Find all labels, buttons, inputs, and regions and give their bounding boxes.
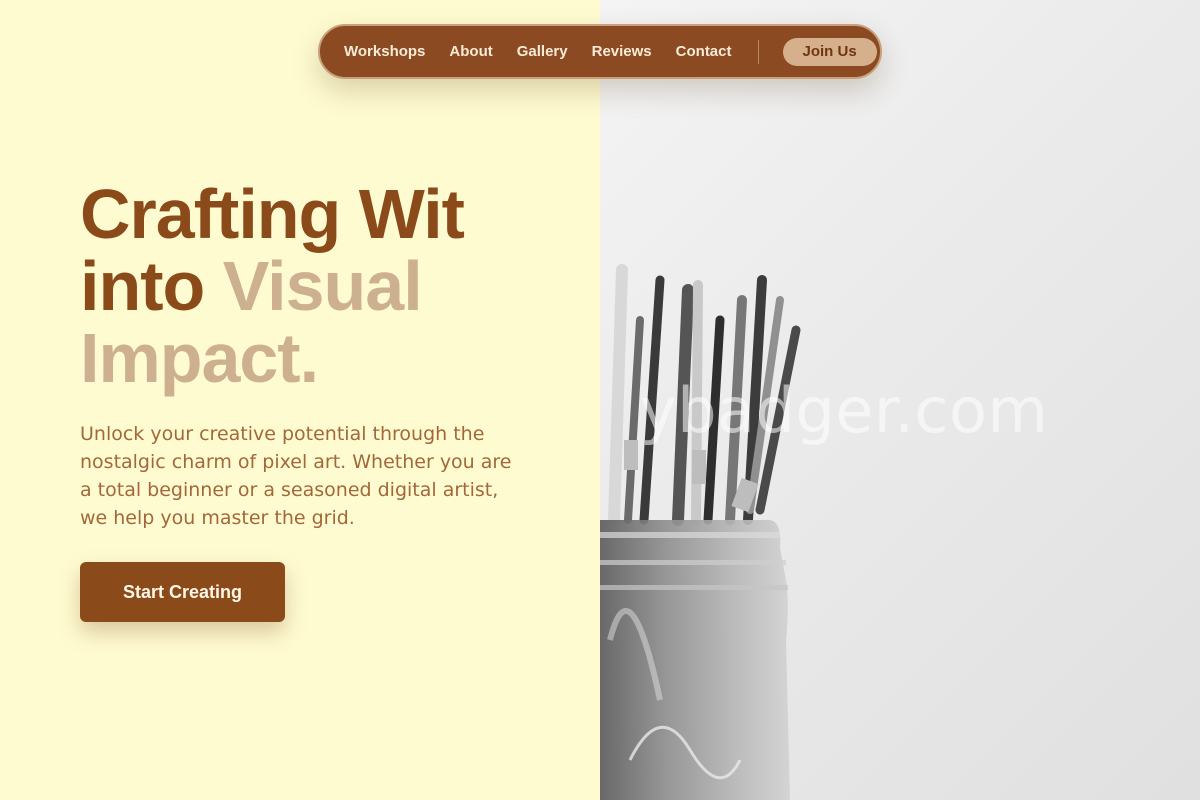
nav-link-workshops[interactable]: Workshops bbox=[344, 43, 425, 60]
hero-description: Unlock your creative potential through t… bbox=[80, 423, 512, 529]
headline-line-1: Crafting Wit bbox=[80, 175, 465, 253]
nav-divider bbox=[757, 39, 759, 64]
hero-headline: Crafting Wit into Visual Impact. bbox=[80, 178, 580, 394]
nav-link-reviews[interactable]: Reviews bbox=[592, 43, 652, 60]
nav-link-gallery[interactable]: Gallery bbox=[517, 43, 568, 60]
nav-link-contact[interactable]: Contact bbox=[676, 43, 732, 60]
headline-line-2-accent: Visual bbox=[222, 247, 423, 325]
hero-image: ybadger.com bbox=[600, 0, 1200, 800]
image-watermark: ybadger.com bbox=[640, 374, 1049, 447]
headline-line-2-start: into bbox=[80, 247, 205, 325]
join-us-button[interactable]: Join Us bbox=[782, 37, 877, 66]
top-navigation: Workshops About Gallery Reviews Contact … bbox=[318, 24, 882, 79]
nav-link-about[interactable]: About bbox=[449, 43, 492, 60]
hero-left-panel bbox=[0, 0, 600, 800]
start-creating-button[interactable]: Start Creating bbox=[80, 562, 285, 622]
headline-line-3-accent: Impact. bbox=[80, 319, 319, 397]
